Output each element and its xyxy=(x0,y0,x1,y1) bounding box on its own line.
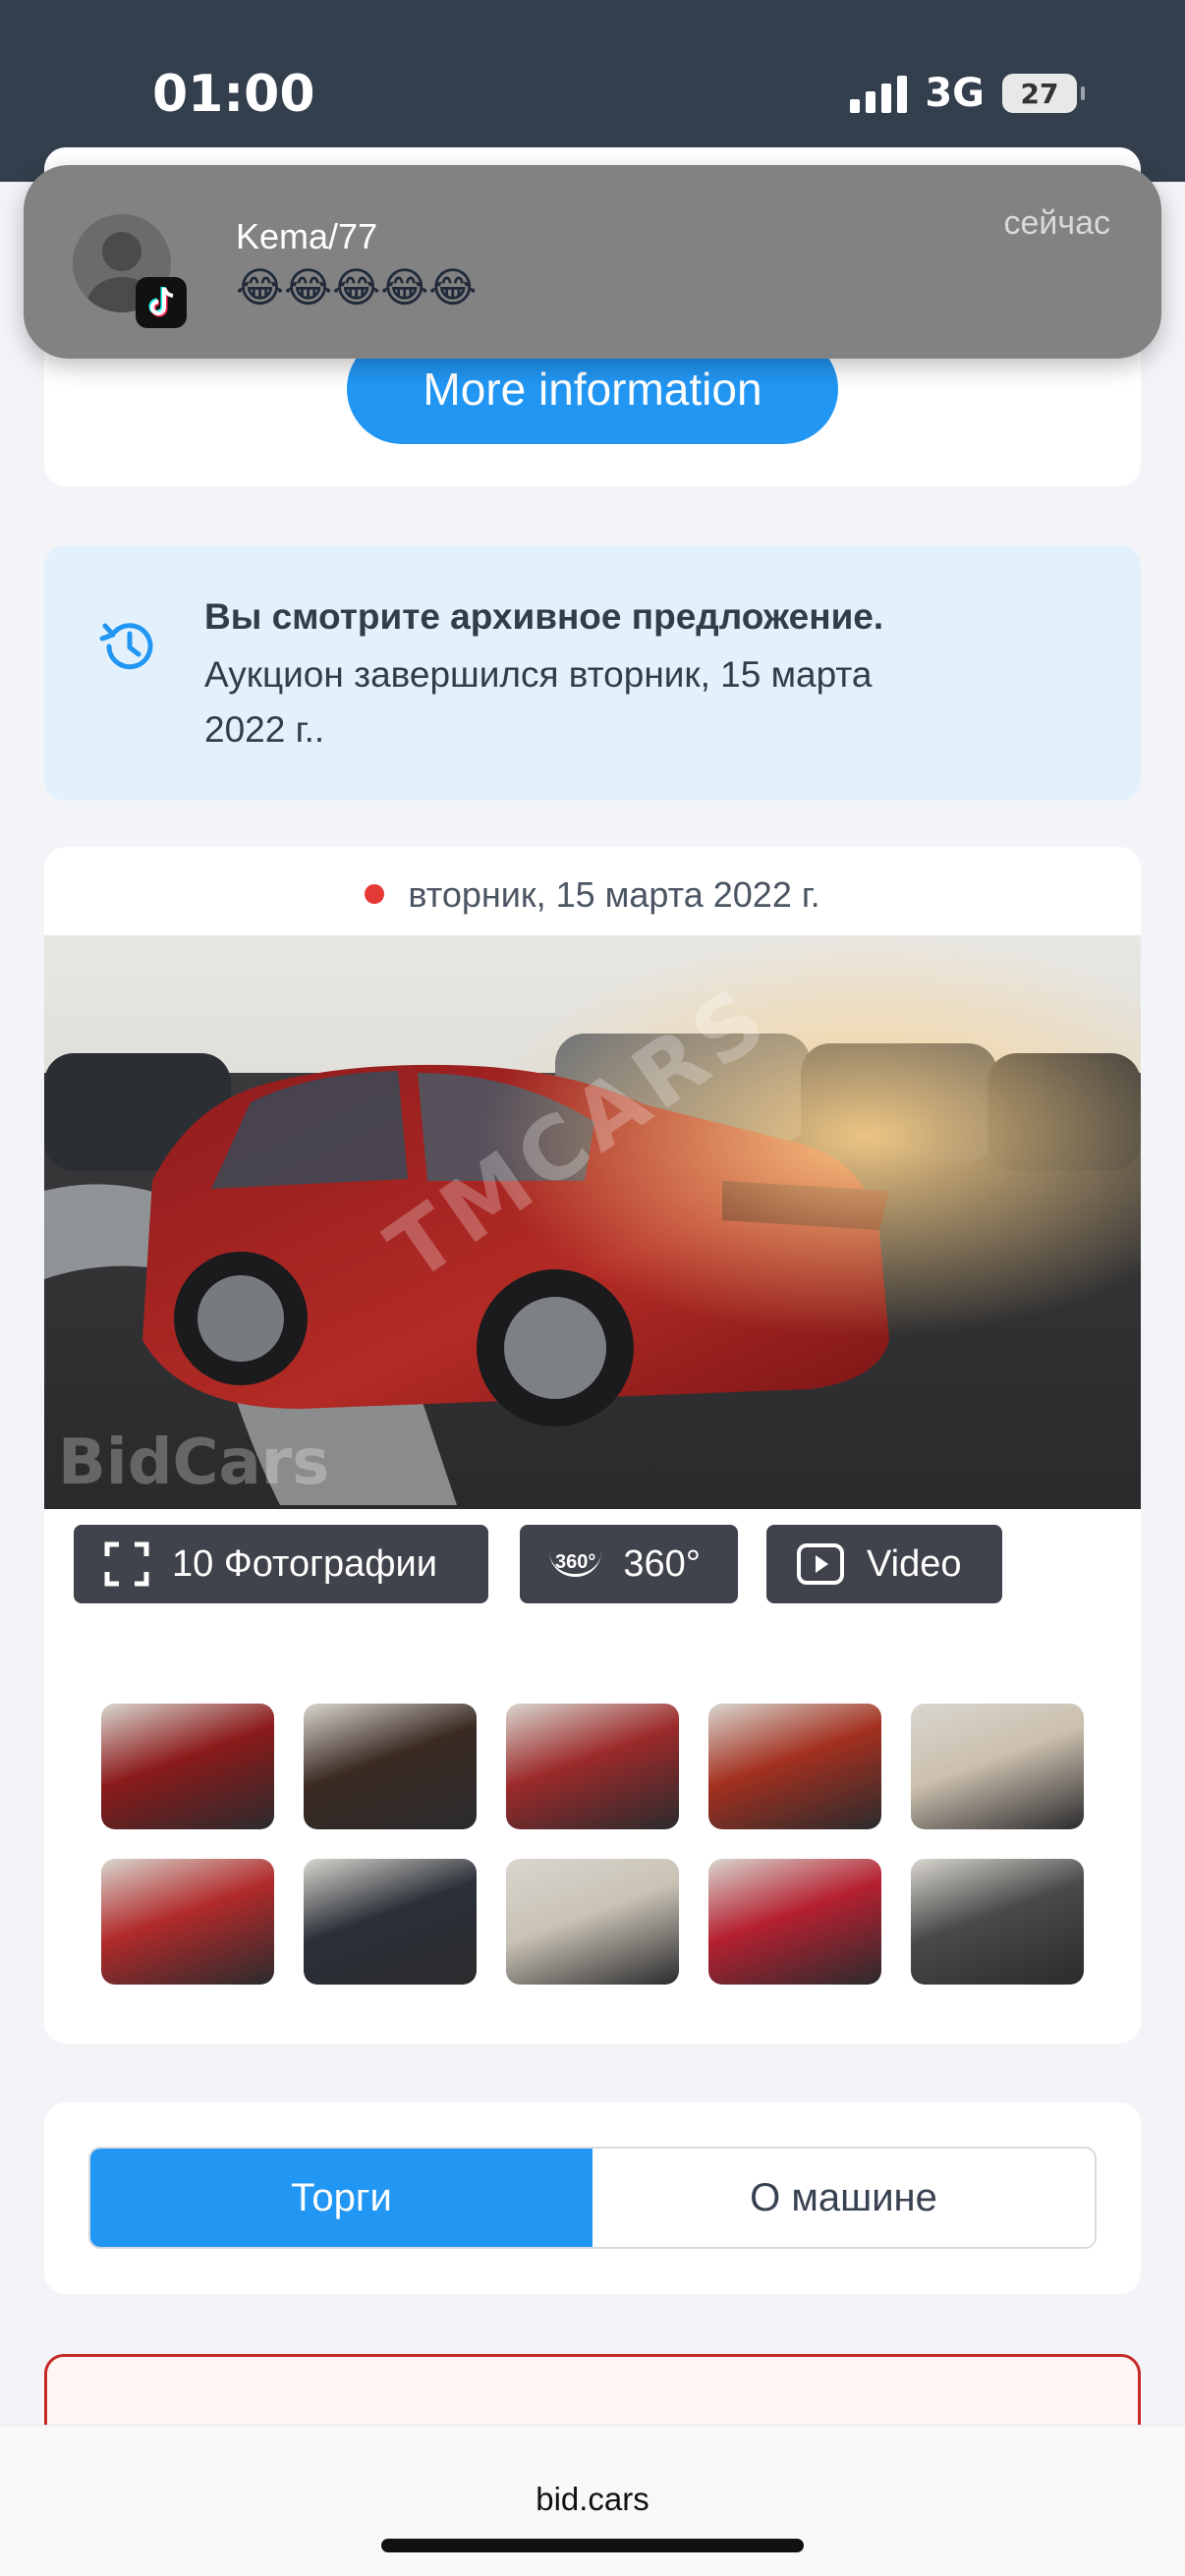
browser-bottom-bar: bid.cars xyxy=(0,2425,1185,2576)
tab-bar: Торги О машине xyxy=(88,2147,1097,2249)
tab-bidding[interactable]: Торги xyxy=(90,2149,592,2247)
play-icon xyxy=(797,1543,844,1585)
archive-text: Аукцион завершился вторник, 15 марта 202… xyxy=(204,654,873,750)
thumb-interior-dash[interactable] xyxy=(911,1704,1084,1829)
auction-date-text: вторник, 15 марта 2022 г. xyxy=(408,874,820,915)
archive-notice: Вы смотрите архивное предложение. Аукцио… xyxy=(44,545,1141,801)
photos-button[interactable]: 10 Фотографии xyxy=(74,1525,488,1603)
thumb-gauges[interactable] xyxy=(304,1859,477,1985)
thumb-rear-side[interactable] xyxy=(101,1859,274,1985)
status-time: 01:00 xyxy=(152,65,315,124)
bidcars-logo: BidCars xyxy=(58,1427,330,1499)
thumb-side[interactable] xyxy=(506,1704,679,1829)
home-indicator[interactable] xyxy=(381,2539,804,2552)
tabs-card: Торги О машине xyxy=(44,2102,1141,2294)
battery-icon: 27 xyxy=(1002,74,1085,113)
status-dot-icon xyxy=(365,884,385,905)
signal-icon xyxy=(850,74,908,113)
gallery-card: вторник, 15 марта 2022 г. TMCARS BidCars… xyxy=(44,847,1141,2044)
archive-title: Вы смотрите архивное предложение. xyxy=(204,596,884,637)
network-type: 3G xyxy=(925,71,985,116)
notification-message: 😂😂😂😂😂 xyxy=(236,264,478,310)
thumb-label[interactable] xyxy=(708,1859,881,1985)
notification-sender: Kema/77 xyxy=(236,216,378,256)
pano-360-label: 360° xyxy=(623,1542,701,1585)
auction-date: вторник, 15 марта 2022 г. xyxy=(44,874,1141,916)
video-button[interactable]: Video xyxy=(766,1525,1002,1603)
status-indicators: 3G 27 xyxy=(850,71,1085,116)
thumb-front-left[interactable] xyxy=(101,1704,274,1829)
url-bar[interactable]: bid.cars xyxy=(0,2481,1185,2518)
thumb-seats[interactable] xyxy=(506,1859,679,1985)
tab-about-car[interactable]: О машине xyxy=(592,2149,1095,2247)
tiktok-icon xyxy=(136,277,187,328)
history-icon xyxy=(99,623,153,670)
thumb-engine[interactable] xyxy=(911,1859,1084,1985)
main-car-photo[interactable]: TMCARS BidCars xyxy=(44,935,1141,1509)
notification-time: сейчас xyxy=(1003,204,1110,242)
pano-360-icon: 360° xyxy=(549,1551,602,1577)
photos-label: 10 Фотографии xyxy=(172,1542,437,1585)
battery-level: 27 xyxy=(1020,77,1059,110)
thumb-front-sun[interactable] xyxy=(304,1704,477,1829)
pano-360-button[interactable]: 360° 360° xyxy=(520,1525,738,1603)
thumb-front-right[interactable] xyxy=(708,1704,881,1829)
fullscreen-icon xyxy=(104,1541,149,1587)
notification-banner[interactable]: Kema/77 😂😂😂😂😂 сейчас xyxy=(24,165,1161,359)
video-label: Video xyxy=(867,1542,962,1585)
